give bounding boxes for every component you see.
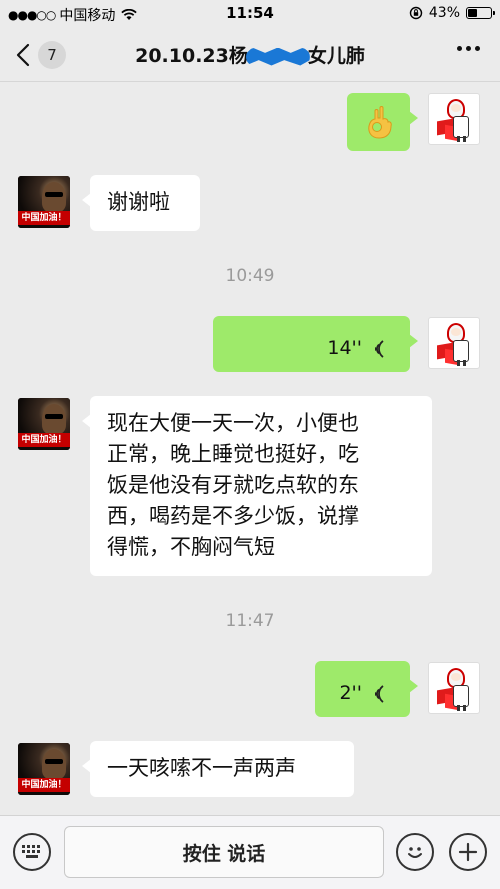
status-bar: ●●●○○ 中国移动 11:54 43% [0,0,500,28]
smiley-icon [408,847,422,858]
contact-avatar[interactable]: 中国加油！ [18,176,70,228]
voice-wave-icon [375,684,384,703]
more-actions-button[interactable] [449,833,487,871]
chat-area[interactable]: 中国加油！ 谢谢啦 10:49 14'' 中国加油！ 现在大便一天一次，小便也 … [0,83,500,815]
unread-count-badge: 7 [38,41,66,69]
avatar-caption: 中国加油！ [18,211,70,225]
avatar-caption: 中国加油！ [18,433,70,447]
battery-percent: 43% [428,5,460,21]
hold-to-talk-button[interactable]: 按住 说话 [64,826,384,878]
contact-avatar[interactable]: 中国加油！ [18,743,70,795]
contact-message-bubble[interactable]: 一天咳嗦不一声两声 [82,741,354,797]
battery-icon [466,7,495,19]
redaction-scribble [245,47,310,66]
contact-message-bubble[interactable]: 谢谢啦 [82,175,200,231]
message-text: 谢谢啦 [107,190,170,214]
my-emoji-bubble[interactable] [347,93,418,151]
chat-title-prefix: 20.10.23杨 [135,45,248,67]
more-dot-icon [466,46,471,51]
message-line: 现在大便一天一次，小便也 [107,411,359,435]
message-line: 得慌，不胸闷气短 [107,535,275,559]
avatar-caption: 中国加油！ [18,778,70,792]
voice-duration: 14'' [327,337,362,359]
nav-bar: 7 20.10.23杨 女儿肺 [0,28,500,82]
voice-duration: 2'' [339,682,362,704]
message-line: 正常，晚上睡觉也挺好，吃 [107,442,359,466]
chat-title-suffix: 女儿肺 [307,45,365,67]
my-voice-bubble[interactable]: 14'' [213,316,418,372]
battery-fill [468,9,478,17]
message-timestamp: 11:47 [225,611,275,631]
emoji-button[interactable] [396,833,434,871]
plus-icon [458,842,478,862]
my-voice-bubble[interactable]: 2'' [315,661,418,717]
more-dot-icon [475,46,480,51]
status-right: 43% [409,5,495,21]
my-avatar[interactable] [428,93,480,145]
back-button[interactable]: 7 [16,41,66,69]
message-timestamp: 10:49 [225,266,275,286]
contact-message-bubble[interactable]: 现在大便一天一次，小便也 正常，晚上睡觉也挺好，吃 饭是他没有牙就吃点软的东 西… [82,396,432,576]
ok-hand-emoji [368,106,392,139]
message-line: 饭是他没有牙就吃点软的东 [107,473,359,497]
input-bar: 按住 说话 [0,815,500,889]
keyboard-icon [22,845,40,858]
more-dot-icon [457,46,462,51]
message-line: 西，喝药是不多少饭，说撑 [107,504,359,528]
contact-avatar[interactable]: 中国加油！ [18,398,70,450]
rotation-lock-icon [409,6,423,20]
message-text: 一天咳嗦不一声两声 [107,756,296,780]
voice-wave-icon [375,339,384,358]
more-options-button[interactable] [457,46,480,51]
my-avatar[interactable] [428,662,480,714]
chat-title: 20.10.23杨 女儿肺 [90,41,410,68]
my-avatar[interactable] [428,317,480,369]
chevron-left-icon [16,43,30,67]
keyboard-toggle-button[interactable] [13,833,51,871]
